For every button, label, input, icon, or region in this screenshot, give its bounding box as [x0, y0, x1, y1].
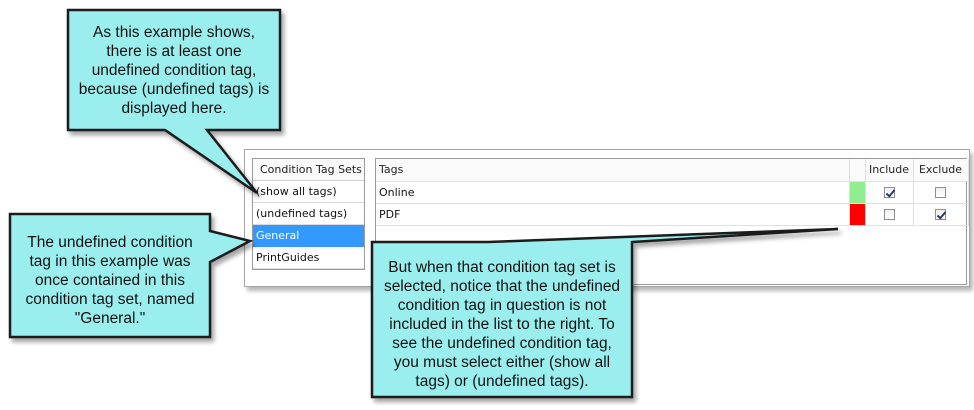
callout-top-text: As this example shows, there is at least… [78, 24, 270, 117]
callout-bottom-text: But when that condition tag set is selec… [383, 259, 621, 390]
callout-left-text: The undefined condition tag in this exam… [25, 234, 195, 327]
